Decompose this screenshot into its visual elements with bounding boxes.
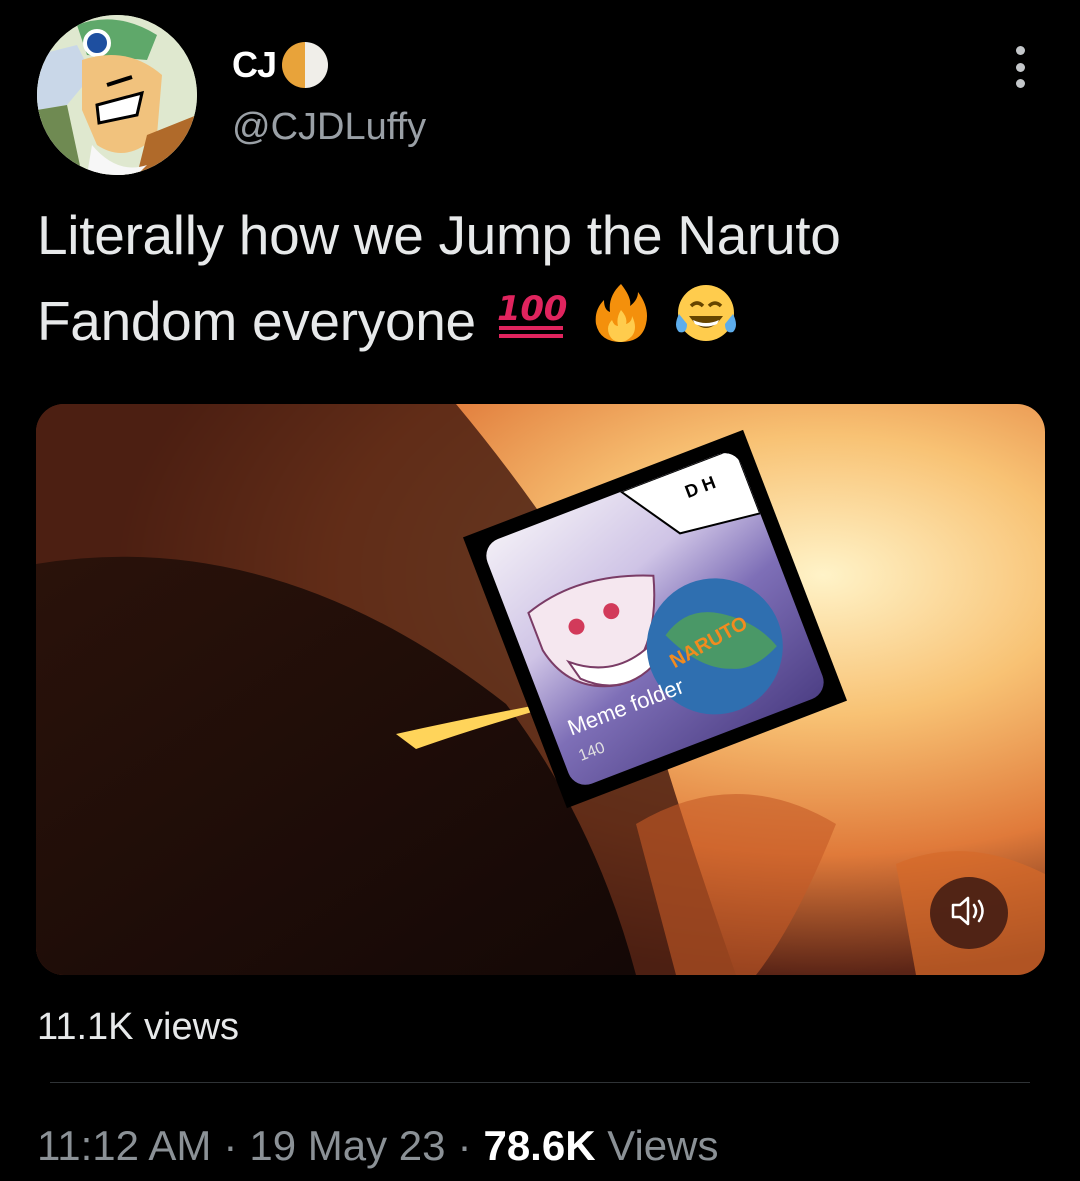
- tweet-views-count[interactable]: 78.6K: [483, 1122, 595, 1169]
- user-handle[interactable]: @CJDLuffy: [232, 106, 426, 149]
- volume-toggle-button[interactable]: [930, 877, 1008, 949]
- hundred-text: 100: [497, 289, 567, 329]
- profile-avatar[interactable]: [37, 15, 197, 175]
- more-options-icon[interactable]: [1000, 42, 1040, 92]
- meta-separator: ·: [457, 1122, 472, 1169]
- author-name-row[interactable]: CJ: [232, 40, 329, 90]
- tears-of-joy-icon: [673, 280, 739, 370]
- tweet-text: Literally how we Jump the Naruto Fandom …: [37, 192, 1047, 370]
- video-view-count: 11.1K views: [37, 1006, 240, 1048]
- fire-icon: [588, 280, 654, 370]
- tweet-date[interactable]: 19 May 23: [249, 1122, 445, 1169]
- speaker-icon: [949, 894, 989, 933]
- divider: [50, 1082, 1030, 1083]
- tweet-meta: 11:12 AM · 19 May 23 · 78.6K Views: [37, 1122, 719, 1170]
- tweet-time[interactable]: 11:12 AM: [37, 1122, 211, 1169]
- hundred-points-icon: 100: [495, 282, 569, 368]
- tweet-views-label: Views: [607, 1122, 719, 1169]
- display-name[interactable]: CJ: [232, 44, 277, 86]
- half-moon-emoji-icon: [282, 42, 329, 88]
- meta-separator: ·: [223, 1122, 238, 1169]
